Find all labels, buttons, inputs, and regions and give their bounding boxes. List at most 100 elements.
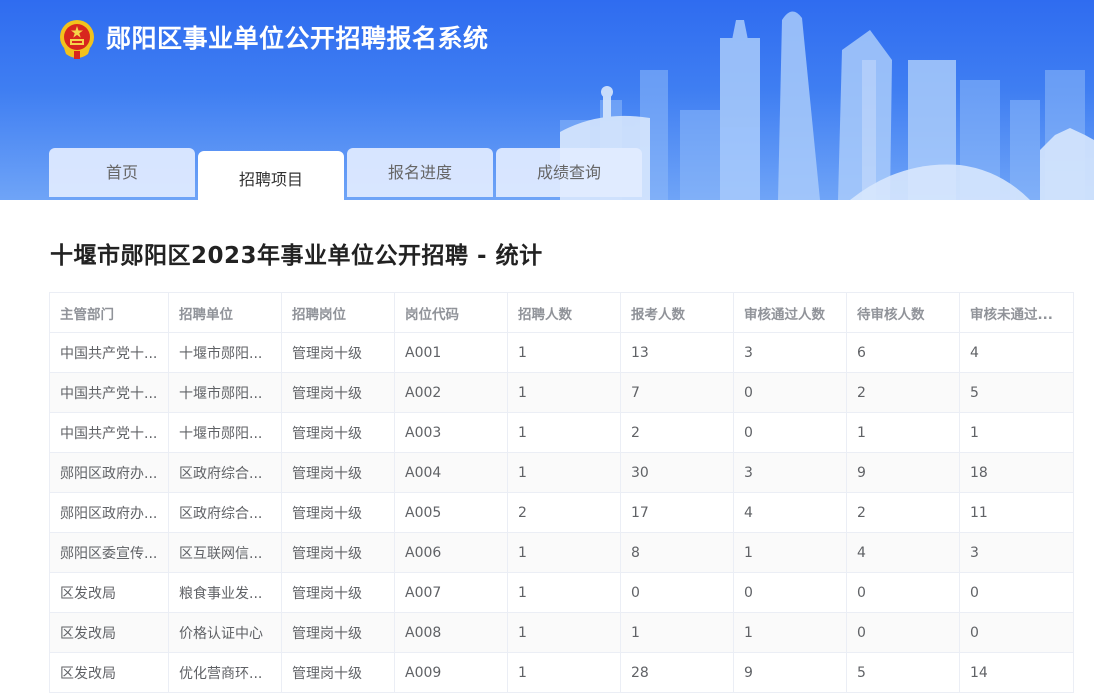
cell-openings: 1 [507,452,621,493]
cell-rejected: 0 [959,612,1074,653]
cell-employer: 十堰市郧阳... [168,372,282,413]
cell-employer: 区互联网信... [168,532,282,573]
cell-department: 郧阳区政府办... [49,492,169,533]
cell-employer: 价格认证中心 [168,612,282,653]
table-header-row: 主管部门 招聘单位 招聘岗位 岗位代码 招聘人数 报考人数 审核通过人数 待审核… [49,292,1074,333]
cell-openings: 1 [507,572,621,613]
column-header: 招聘单位 [168,292,282,333]
cell-applicants: 17 [620,492,734,533]
cell-rejected: 4 [959,332,1074,373]
table-row: 区发改局 优化营商环... 管理岗十级 A009 1 28 9 5 14 [49,652,1074,693]
cell-openings: 1 [507,532,621,573]
table-row: 郧阳区政府办... 区政府综合... 管理岗十级 A004 1 30 3 9 18 [49,452,1074,493]
cell-position-code: A004 [394,452,508,493]
cell-department: 区发改局 [49,652,169,693]
cell-applicants: 2 [620,412,734,453]
cell-pending: 2 [846,492,960,533]
cell-position: 管理岗十级 [281,492,395,533]
cell-position-code: A009 [394,652,508,693]
cell-pending: 6 [846,332,960,373]
cell-openings: 1 [507,652,621,693]
column-header: 待审核人数 [846,292,960,333]
cell-approved: 1 [733,612,847,653]
cell-rejected: 11 [959,492,1074,533]
cell-employer: 区政府综合... [168,492,282,533]
cell-approved: 0 [733,412,847,453]
table-body: 中国共产党十... 十堰市郧阳... 管理岗十级 A001 1 13 3 6 4 中国共产党十..… [49,332,1074,693]
app-title: 郧阳区事业单位公开招聘报名系统 [106,24,489,53]
cell-department: 区发改局 [49,612,169,653]
cell-position: 管理岗十级 [281,612,395,653]
cell-approved: 4 [733,492,847,533]
cell-department: 中国共产党十... [49,372,169,413]
cell-approved: 9 [733,652,847,693]
cell-pending: 2 [846,372,960,413]
cell-rejected: 0 [959,572,1074,613]
page-title: 十堰市郧阳区2023年事业单位公开招聘 - 统计 [50,243,543,269]
cell-department: 区发改局 [49,572,169,613]
cell-approved: 1 [733,532,847,573]
column-header: 岗位代码 [394,292,508,333]
cell-pending: 5 [846,652,960,693]
column-header: 招聘岗位 [281,292,395,333]
cell-position-code: A006 [394,532,508,573]
cell-employer: 区政府综合... [168,452,282,493]
cell-rejected: 18 [959,452,1074,493]
table-row: 区发改局 粮食事业发... 管理岗十级 A007 1 0 0 0 0 [49,572,1074,613]
cell-department: 中国共产党十... [49,412,169,453]
brand: 郧阳区事业单位公开招聘报名系统 [58,18,489,60]
column-header: 审核未通过... [959,292,1074,333]
cell-applicants: 0 [620,572,734,613]
column-header: 主管部门 [49,292,169,333]
cell-openings: 1 [507,412,621,453]
header-banner: 郧阳区事业单位公开招聘报名系统 首页 招聘项目 报名进度 成绩查询 [0,0,1094,200]
nav-tabs: 首页 招聘项目 报名进度 成绩查询 [49,148,645,200]
cell-openings: 1 [507,372,621,413]
column-header: 招聘人数 [507,292,621,333]
statistics-table-container: 主管部门 招聘单位 招聘岗位 岗位代码 招聘人数 报考人数 审核通过人数 待审核… [49,292,1074,693]
cell-approved: 0 [733,372,847,413]
cell-applicants: 8 [620,532,734,573]
cell-department: 郧阳区委宣传... [49,532,169,573]
cell-department: 中国共产党十... [49,332,169,373]
tab-score-query[interactable]: 成绩查询 [496,148,642,197]
table-row: 中国共产党十... 十堰市郧阳... 管理岗十级 A003 1 2 0 1 1 [49,412,1074,453]
cell-pending: 0 [846,572,960,613]
cell-applicants: 30 [620,452,734,493]
cell-position: 管理岗十级 [281,412,395,453]
cell-position-code: A005 [394,492,508,533]
cell-position-code: A007 [394,572,508,613]
tab-home[interactable]: 首页 [49,148,195,197]
table-row: 区发改局 价格认证中心 管理岗十级 A008 1 1 1 0 0 [49,612,1074,653]
cell-openings: 1 [507,332,621,373]
column-header: 审核通过人数 [733,292,847,333]
cell-pending: 9 [846,452,960,493]
table-row: 郧阳区委宣传... 区互联网信... 管理岗十级 A006 1 8 1 4 3 [49,532,1074,573]
cell-approved: 3 [733,452,847,493]
cell-openings: 1 [507,612,621,653]
cell-employer: 十堰市郧阳... [168,332,282,373]
cell-position: 管理岗十级 [281,452,395,493]
table-row: 中国共产党十... 十堰市郧阳... 管理岗十级 A002 1 7 0 2 5 [49,372,1074,413]
column-header: 报考人数 [620,292,734,333]
cell-position: 管理岗十级 [281,332,395,373]
cell-position-code: A008 [394,612,508,653]
cell-pending: 4 [846,532,960,573]
table-row: 中国共产党十... 十堰市郧阳... 管理岗十级 A001 1 13 3 6 4 [49,332,1074,373]
cell-rejected: 3 [959,532,1074,573]
cell-applicants: 13 [620,332,734,373]
cell-openings: 2 [507,492,621,533]
cell-pending: 1 [846,412,960,453]
national-emblem-icon [60,20,94,59]
cell-approved: 0 [733,572,847,613]
cell-applicants: 1 [620,612,734,653]
cell-position: 管理岗十级 [281,372,395,413]
cell-rejected: 5 [959,372,1074,413]
cell-position-code: A003 [394,412,508,453]
statistics-table: 主管部门 招聘单位 招聘岗位 岗位代码 招聘人数 报考人数 审核通过人数 待审核… [49,292,1074,693]
tab-application-progress[interactable]: 报名进度 [347,148,493,197]
cell-position: 管理岗十级 [281,532,395,573]
cell-department: 郧阳区政府办... [49,452,169,493]
tab-recruitment-projects[interactable]: 招聘项目 [198,151,344,200]
cell-rejected: 14 [959,652,1074,693]
